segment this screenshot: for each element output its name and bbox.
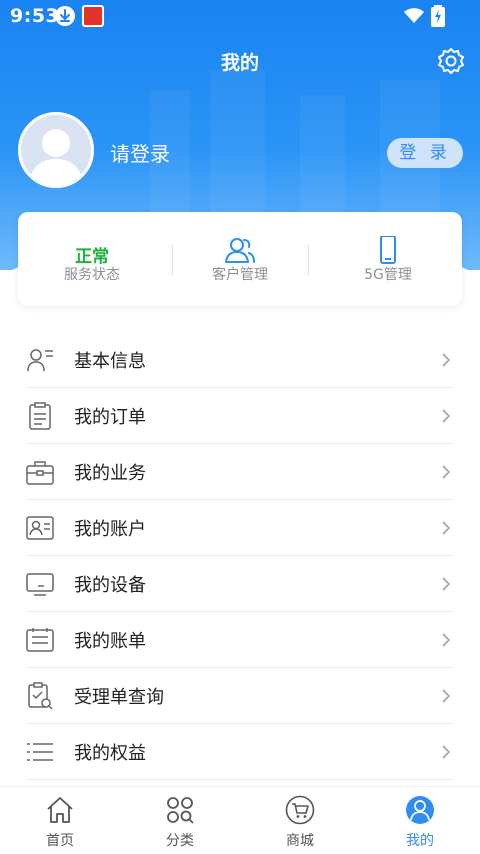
chevron-right-icon <box>442 353 451 367</box>
tab-label: 首页 <box>46 833 74 849</box>
bottom-tab-bar: 首页 分类 商城 我的 <box>0 786 480 854</box>
profile-icon <box>406 796 434 824</box>
tab-category[interactable]: 分类 <box>120 787 240 854</box>
skyline-decoration <box>210 70 265 230</box>
users-icon <box>225 238 255 263</box>
clipboard-icon <box>29 402 51 430</box>
menu-item-label: 基本信息 <box>74 351 146 372</box>
download-icon <box>55 6 75 26</box>
tab-mall[interactable]: 商城 <box>240 787 360 854</box>
chevron-right-icon <box>442 689 451 703</box>
menu-item-business[interactable]: 我的业务 <box>26 444 454 500</box>
tab-home[interactable]: 首页 <box>0 787 120 854</box>
app-notification-icon <box>82 5 104 27</box>
chevron-right-icon <box>442 521 451 535</box>
login-prompt[interactable]: 请登录 <box>110 138 170 167</box>
tab-mine[interactable]: 我的 <box>360 787 480 854</box>
home-icon <box>47 797 73 823</box>
tab-label: 我的 <box>406 833 434 849</box>
summary-card: 正常 服务状态 客户管理 5G管理 <box>18 212 462 306</box>
customer-management[interactable]: 客户管理 <box>166 212 314 306</box>
menu-item-label: 我的账户 <box>74 519 146 540</box>
settings-gear-icon[interactable] <box>435 46 467 78</box>
menu-item-label: 我的设备 <box>74 575 146 596</box>
chevron-right-icon <box>442 745 451 759</box>
briefcase-icon <box>26 461 54 485</box>
status-bar: 9:53 <box>0 0 480 32</box>
login-button[interactable]: 登 录 <box>387 138 463 168</box>
menu-item-label: 我的权益 <box>74 743 146 764</box>
search-clipboard-icon <box>28 682 53 710</box>
tab-label: 商城 <box>286 833 314 849</box>
menu-item-basic-info[interactable]: 基本信息 <box>26 332 454 388</box>
list-icon <box>27 743 53 761</box>
5g-management-label: 5G管理 <box>364 267 412 283</box>
category-icon <box>167 797 194 824</box>
battery-icon <box>431 5 445 31</box>
divider <box>308 244 309 276</box>
menu-item-label: 我的订单 <box>74 407 146 428</box>
menu-item-account[interactable]: 我的账户 <box>26 500 454 556</box>
bill-icon <box>26 628 54 652</box>
user-info-icon <box>27 349 53 372</box>
avatar[interactable] <box>18 112 94 188</box>
monitor-icon <box>26 573 54 596</box>
service-status-label: 服务状态 <box>64 267 120 283</box>
page-title: 我的 <box>220 52 259 74</box>
skyline-decoration <box>300 95 345 225</box>
menu-item-application-query[interactable]: 受理单查询 <box>26 668 454 724</box>
service-status[interactable]: 正常 服务状态 <box>18 212 166 306</box>
wifi-icon <box>403 6 425 28</box>
menu-item-bills[interactable]: 我的账单 <box>26 612 454 668</box>
status-time: 9:53 <box>10 5 60 27</box>
menu-item-devices[interactable]: 我的设备 <box>26 556 454 612</box>
menu-item-label: 我的账单 <box>74 631 146 652</box>
chevron-right-icon <box>442 465 451 479</box>
menu-item-label: 受理单查询 <box>74 687 164 708</box>
customer-management-label: 客户管理 <box>212 267 268 283</box>
chevron-right-icon <box>442 577 451 591</box>
menu-list: 基本信息 我的订单 我的业务 我的账户 我的设备 我的账单 受理单查询 我的权益 <box>26 332 454 780</box>
cart-icon <box>285 795 315 825</box>
menu-item-label: 我的业务 <box>74 463 146 484</box>
chevron-right-icon <box>442 409 451 423</box>
menu-item-benefits[interactable]: 我的权益 <box>26 724 454 780</box>
id-card-icon <box>26 516 54 540</box>
5g-management[interactable]: 5G管理 <box>314 212 462 306</box>
tab-label: 分类 <box>166 833 194 849</box>
chevron-right-icon <box>442 633 451 647</box>
menu-item-orders[interactable]: 我的订单 <box>26 388 454 444</box>
phone-icon <box>380 236 396 264</box>
